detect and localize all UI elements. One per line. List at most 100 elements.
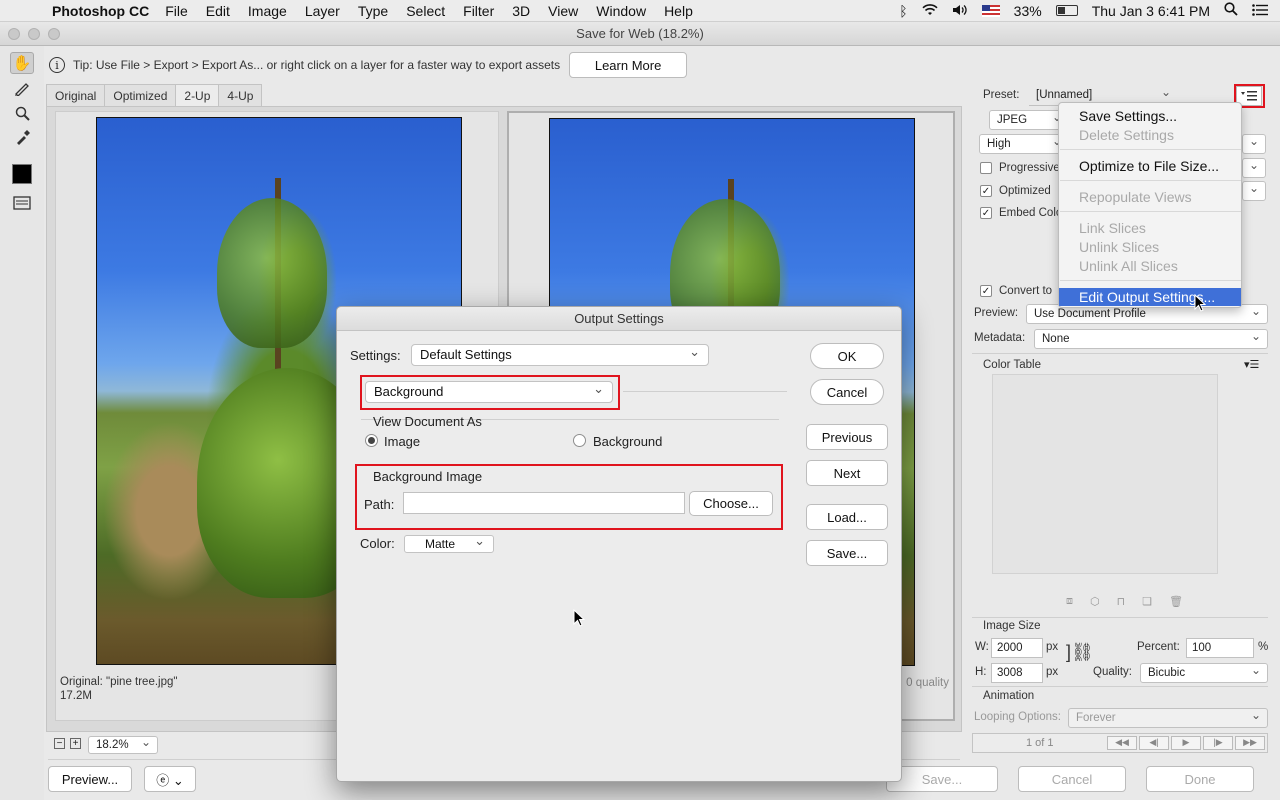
tip-text: Tip: Use File > Export > Export As... or… <box>73 58 561 72</box>
view-as-background-radio[interactable] <box>573 434 586 447</box>
view-tabs: Original Optimized 2-Up 4-Up <box>46 84 263 106</box>
optimized-checkbox[interactable]: ✓ <box>980 185 992 197</box>
menu-item-optimize-to-file-size[interactable]: Optimize to File Size... <box>1059 157 1241 175</box>
divider <box>972 353 1268 354</box>
info-icon: i <box>49 57 65 73</box>
menu-image[interactable]: Image <box>248 3 287 19</box>
resample-quality-select[interactable]: Bicubic <box>1140 661 1268 683</box>
width-label: W: <box>975 641 989 653</box>
percent-input[interactable]: 100 <box>1186 638 1254 658</box>
preview-label: Preview: <box>974 307 1019 319</box>
menu-item-link-slices: Link Slices <box>1079 220 1146 236</box>
convert-to-srgb-checkbox[interactable]: ✓ <box>980 285 992 297</box>
color-select[interactable]: Matte <box>404 533 494 553</box>
choose-background-button[interactable]: Choose... <box>689 491 773 516</box>
background-path-input[interactable] <box>403 492 685 514</box>
eyedropper-color-swatch[interactable] <box>12 164 32 184</box>
settings-label: Settings: <box>350 348 401 363</box>
browser-select-button[interactable]: ⓔ ⌄ <box>144 766 196 792</box>
menu-help[interactable]: Help <box>664 3 693 19</box>
tab-optimized[interactable]: Optimized <box>104 84 177 106</box>
input-source-flag-icon[interactable] <box>981 4 1000 17</box>
embed-color-profile-checkbox[interactable]: ✓ <box>980 207 992 219</box>
progressive-checkbox[interactable] <box>980 162 992 174</box>
web-shift-icon[interactable]: ⬡ <box>1090 595 1100 608</box>
menu-separator <box>1060 149 1241 150</box>
settings-select[interactable]: Default Settings <box>411 342 709 366</box>
tab-4up[interactable]: 4-Up <box>218 84 263 106</box>
menu-view[interactable]: View <box>548 3 578 19</box>
menu-edit[interactable]: Edit <box>206 3 230 19</box>
next-button[interactable]: Next <box>806 460 888 486</box>
progressive-label: Progressive <box>999 162 1060 174</box>
slice-select-tool-icon[interactable] <box>10 78 34 100</box>
embed-color-profile-label: Embed Colo <box>999 207 1063 219</box>
previous-button[interactable]: Previous <box>806 424 888 450</box>
spotlight-search-icon[interactable] <box>1224 2 1238 19</box>
color-table-menu-icon[interactable]: ▾☰ <box>1244 358 1259 371</box>
zoom-out-icon[interactable]: − <box>54 738 65 749</box>
menu-select[interactable]: Select <box>406 3 445 19</box>
menu-item-edit-output-settings[interactable]: Edit Output Settings... <box>1059 288 1241 306</box>
battery-percent[interactable]: 33% <box>1014 3 1042 19</box>
done-button[interactable]: Done <box>1146 766 1254 792</box>
blur-select[interactable] <box>1242 156 1266 178</box>
constrain-proportions-link-icon[interactable]: ]⛓ <box>1066 642 1094 663</box>
macos-menubar: Photoshop CC File Edit Image Layer Type … <box>0 0 1280 22</box>
save-settings-button[interactable]: Save... <box>806 540 888 566</box>
save-button[interactable]: Save... <box>886 766 998 792</box>
looping-options-select[interactable]: Forever <box>1068 706 1268 728</box>
minimize-window-button[interactable] <box>28 28 40 40</box>
menu-layer[interactable]: Layer <box>305 3 340 19</box>
view-as-image-radio[interactable] <box>365 434 378 447</box>
eyedropper-tool-icon[interactable] <box>10 126 34 148</box>
compression-quality-select[interactable]: High <box>979 132 1069 154</box>
lock-color-icon[interactable]: ⊓ <box>1117 595 1126 608</box>
clock[interactable]: Thu Jan 3 6:41 PM <box>1092 3 1210 19</box>
format-select[interactable]: JPEG <box>989 108 1069 130</box>
menu-type[interactable]: Type <box>358 3 388 19</box>
zoom-window-button[interactable] <box>48 28 60 40</box>
tab-original[interactable]: Original <box>46 84 106 106</box>
looping-options-label: Looping Options: <box>974 711 1061 723</box>
matte-select[interactable] <box>1242 179 1266 201</box>
load-settings-button[interactable]: Load... <box>806 504 888 530</box>
learn-more-button[interactable]: Learn More <box>569 52 688 78</box>
preview-in-browser-button[interactable]: Preview... <box>48 766 132 792</box>
tab-2up[interactable]: 2-Up <box>175 84 220 106</box>
volume-icon[interactable] <box>952 3 968 19</box>
close-window-button[interactable] <box>8 28 20 40</box>
zoom-level-select[interactable]: 18.2% <box>88 734 158 754</box>
menu-3d[interactable]: 3D <box>512 3 530 19</box>
divider <box>972 686 1268 687</box>
delete-color-icon[interactable]: 🗑 <box>1169 595 1183 608</box>
notification-center-icon[interactable] <box>1252 3 1268 19</box>
menu-file[interactable]: File <box>165 3 188 19</box>
menu-filter[interactable]: Filter <box>463 3 494 19</box>
optimized-quality-caption: 0 quality <box>906 677 949 689</box>
app-menu[interactable]: Photoshop CC <box>52 3 149 19</box>
ok-button[interactable]: OK <box>810 343 884 369</box>
toggle-slices-visibility-icon[interactable] <box>10 192 34 214</box>
preset-label: Preset: <box>983 89 1020 101</box>
map-color-icon[interactable]: ⧈ <box>1066 595 1073 608</box>
quality-slider-select[interactable] <box>1242 132 1266 154</box>
zoom-tool-icon[interactable] <box>10 102 34 124</box>
percent-sign: % <box>1258 641 1269 653</box>
battery-icon[interactable] <box>1055 5 1078 16</box>
color-label: Color: <box>360 536 395 551</box>
tool-column: ✋ <box>0 46 44 800</box>
menu-item-save-settings[interactable]: Save Settings... <box>1059 107 1241 125</box>
dialog-cancel-button[interactable]: Cancel <box>810 379 884 405</box>
new-color-icon[interactable]: ❏ <box>1142 595 1152 608</box>
zoom-in-icon[interactable]: + <box>70 738 81 749</box>
width-input[interactable]: 2000 <box>991 638 1043 658</box>
bluetooth-icon[interactable]: ᛒ <box>899 3 907 19</box>
cancel-button[interactable]: Cancel <box>1018 766 1126 792</box>
hand-tool-icon[interactable]: ✋ <box>10 52 34 74</box>
height-input[interactable]: 3008 <box>991 663 1043 683</box>
width-unit: px <box>1046 641 1059 653</box>
wifi-icon[interactable] <box>922 3 938 19</box>
metadata-select[interactable]: None <box>1034 327 1268 349</box>
menu-window[interactable]: Window <box>596 3 646 19</box>
